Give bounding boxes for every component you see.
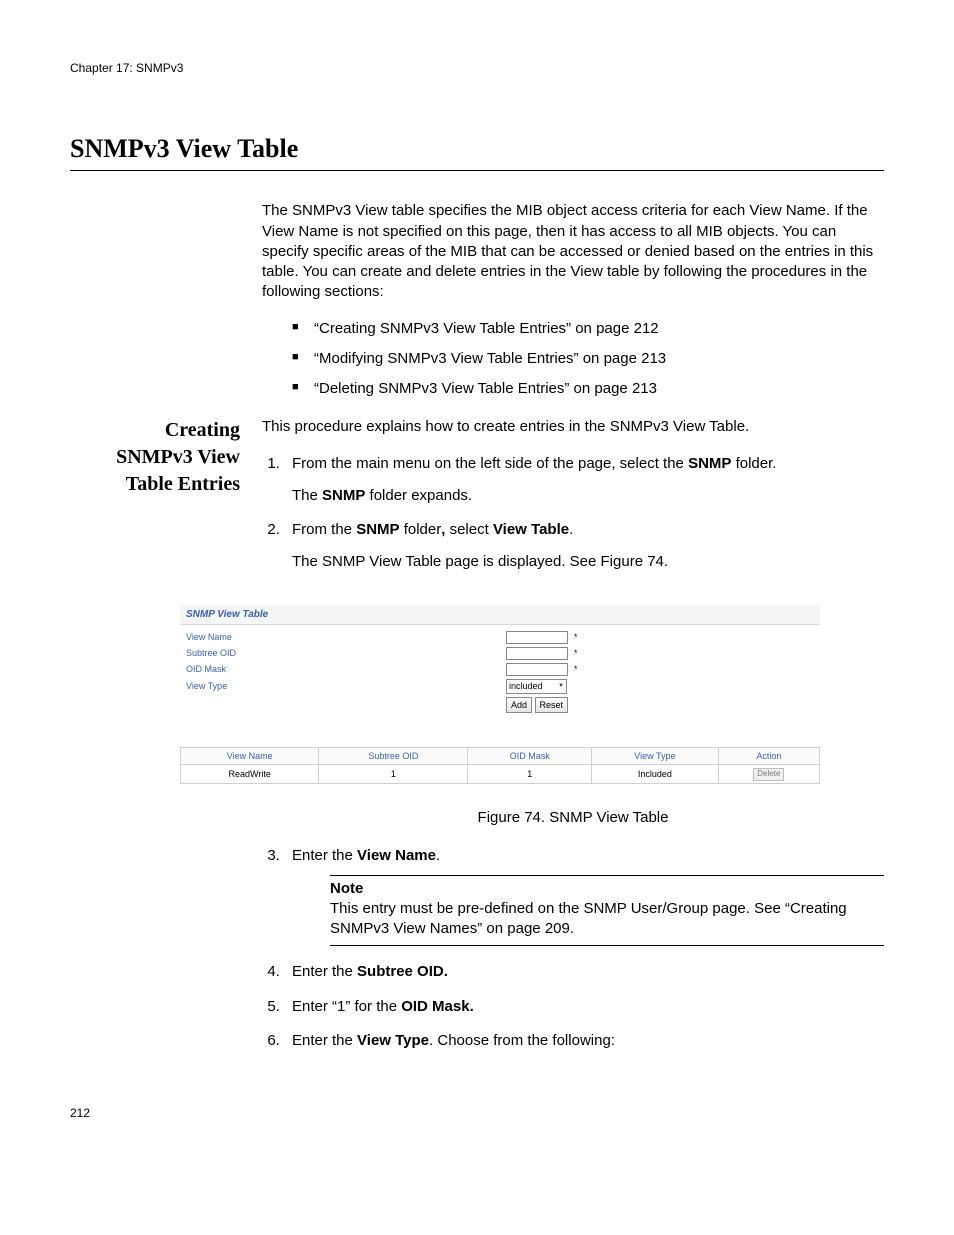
section-heading: Creating SNMPv3 View Table Entries (70, 417, 240, 498)
table-header-row: View Name Subtree OID OID Mask View Type… (181, 748, 820, 765)
step-text: Enter the (292, 847, 357, 864)
step: Enter the View Type. Choose from the fol… (284, 1031, 884, 1051)
view-type-select[interactable]: included (506, 679, 567, 694)
form-label-view-name: View Name (186, 631, 506, 643)
emphasis: OID Mask. (401, 998, 474, 1015)
note-body: This entry must be pre-defined on the SN… (330, 899, 884, 940)
step-text: Enter the (292, 1032, 357, 1049)
delete-button[interactable]: Delete (753, 768, 784, 781)
required-icon: * (574, 663, 578, 675)
note-rule (330, 875, 884, 876)
step-text: Enter “1” for the (292, 998, 401, 1015)
figure-panel-title: SNMP View Table (180, 605, 820, 626)
title-rule (70, 170, 884, 171)
emphasis: View Type (357, 1032, 429, 1049)
cell: Delete (718, 765, 819, 784)
page-title: SNMPv3 View Table (70, 131, 884, 166)
list-item: “Deleting SNMPv3 View Table Entries” on … (292, 379, 884, 399)
col-view-name: View Name (181, 748, 319, 765)
view-table: View Name Subtree OID OID Mask View Type… (180, 747, 820, 784)
steps-list-cont: Enter the View Name. Note This entry mus… (262, 846, 884, 1051)
page-number: 212 (70, 1105, 884, 1121)
emphasis: View Table (493, 521, 569, 538)
subtree-oid-input[interactable] (506, 647, 568, 660)
col-view-type: View Type (592, 748, 719, 765)
col-subtree-oid: Subtree OID (319, 748, 468, 765)
emphasis: View Name (357, 847, 436, 864)
table-row: ReadWrite 1 1 Included Delete (181, 765, 820, 784)
form-label-view-type: View Type (186, 680, 506, 692)
form-label-subtree-oid: Subtree OID (186, 647, 506, 659)
step-text: . Choose from the following: (429, 1032, 615, 1049)
step-text: Enter the (292, 963, 357, 980)
add-button[interactable]: Add (506, 697, 532, 713)
list-item: “Modifying SNMPv3 View Table Entries” on… (292, 349, 884, 369)
step-text: From the (292, 521, 356, 538)
step: Enter the View Name. Note This entry mus… (284, 846, 884, 946)
sidebar (70, 201, 240, 417)
emphasis: Subtree OID. (357, 963, 448, 980)
step-text: . (436, 847, 440, 864)
list-item: “Creating SNMPv3 View Table Entries” on … (292, 319, 884, 339)
oid-mask-input[interactable] (506, 663, 568, 676)
step-result: The SNMP View Table page is displayed. S… (292, 552, 884, 572)
step: From the SNMP folder, select View Table.… (284, 520, 884, 573)
heading-line: Creating (165, 419, 240, 441)
step-text: folder. (731, 455, 776, 472)
step: Enter “1” for the OID Mask. (284, 997, 884, 1017)
cell: Included (592, 765, 719, 784)
cell: 1 (319, 765, 468, 784)
col-action: Action (718, 748, 819, 765)
required-icon: * (574, 647, 578, 659)
cell: 1 (468, 765, 592, 784)
bullet-list: “Creating SNMPv3 View Table Entries” on … (262, 319, 884, 400)
text: The (292, 487, 322, 504)
step-text: select (445, 521, 493, 538)
text: folder expands. (365, 487, 472, 504)
required-icon: * (574, 631, 578, 643)
heading-line: Table Entries (126, 473, 240, 495)
steps-list: From the main menu on the left side of t… (262, 454, 884, 573)
form-label-oid-mask: OID Mask (186, 663, 506, 675)
step-result: The SNMP folder expands. (292, 486, 884, 506)
reset-button[interactable]: Reset (535, 697, 569, 713)
col-oid-mask: OID Mask (468, 748, 592, 765)
intro-paragraph: The SNMPv3 View table specifies the MIB … (262, 201, 884, 302)
emphasis: SNMP (688, 455, 731, 472)
section-lead: This procedure explains how to create en… (262, 417, 884, 437)
chapter-header: Chapter 17: SNMPv3 (70, 60, 884, 76)
step-text: From the main menu on the left side of t… (292, 455, 688, 472)
figure-caption: Figure 74. SNMP View Table (262, 808, 884, 828)
note-block: Note This entry must be pre-defined on t… (330, 875, 884, 947)
view-name-input[interactable] (506, 631, 568, 644)
figure-screenshot: SNMP View Table View Name * Subtree OID … (180, 605, 820, 785)
note-title: Note (330, 879, 884, 899)
note-rule (330, 945, 884, 946)
emphasis: SNMP (356, 521, 399, 538)
heading-line: SNMPv3 View (116, 446, 240, 468)
step-text: . (569, 521, 573, 538)
step: Enter the Subtree OID. (284, 962, 884, 982)
step-text: folder (400, 521, 442, 538)
step: From the main menu on the left side of t… (284, 454, 884, 507)
emphasis: SNMP (322, 487, 365, 504)
cell: ReadWrite (181, 765, 319, 784)
